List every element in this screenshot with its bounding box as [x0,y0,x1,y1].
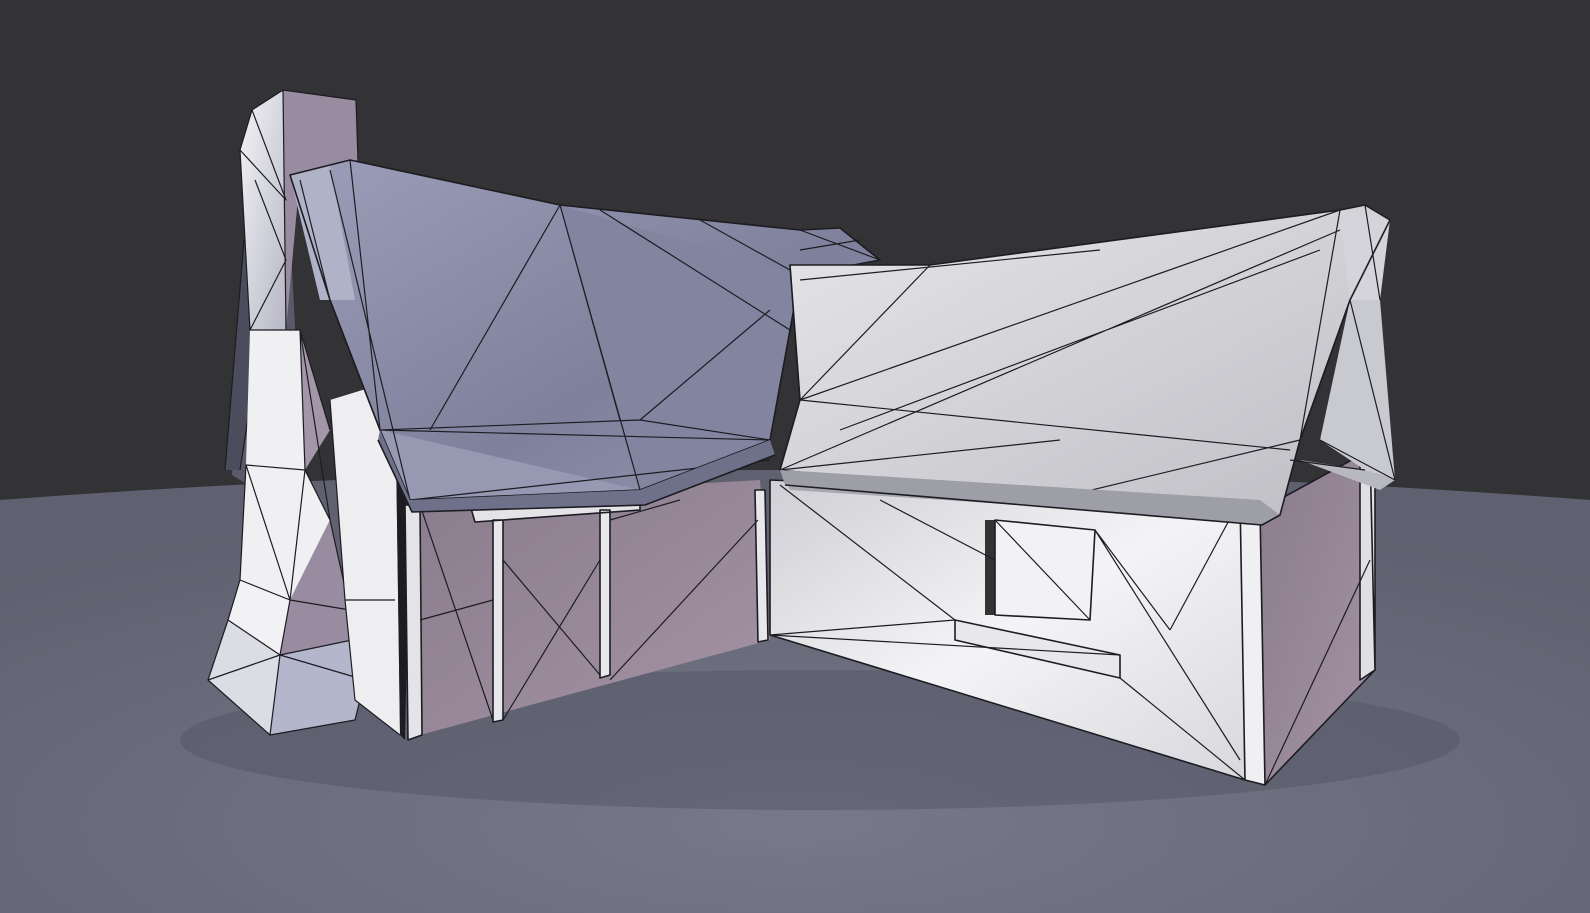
viewport[interactable] [0,0,1590,913]
scene-render [0,0,1590,913]
